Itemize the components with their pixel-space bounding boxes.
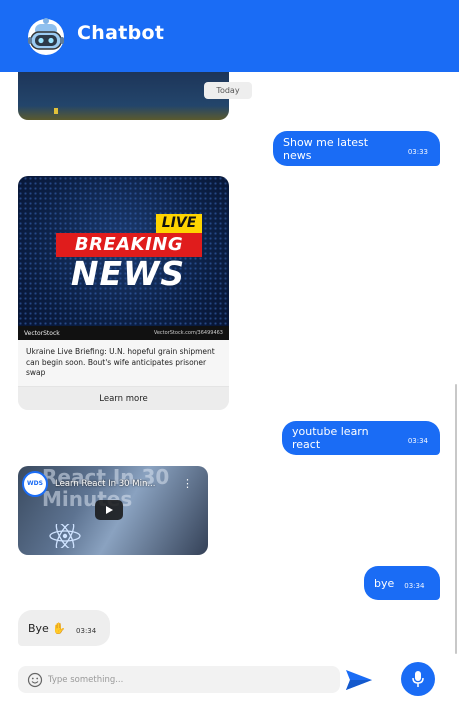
play-icon: [106, 506, 113, 514]
youtube-video-embed[interactable]: React In 30 Minutes WDS Learn React In 3…: [18, 466, 208, 555]
message-composer: [18, 666, 340, 693]
message-time: 03:33: [407, 147, 428, 156]
video-title[interactable]: Learn React In 30 Min...: [55, 479, 173, 489]
more-options-icon[interactable]: ⋮: [182, 477, 193, 490]
microphone-button[interactable]: [401, 662, 435, 696]
channel-avatar[interactable]: WDS: [22, 471, 48, 497]
react-logo-icon: [49, 524, 81, 548]
message-time: 03:34: [404, 582, 425, 590]
news-image[interactable]: LIVE BREAKING NEWS VectorStock VectorSto…: [18, 176, 229, 340]
app-title: Chatbot: [77, 22, 165, 44]
user-message: youtube learn react 03:34: [282, 421, 440, 455]
message-time: 03:34: [76, 627, 97, 635]
send-icon[interactable]: [344, 667, 374, 693]
chat-scrollbar[interactable]: [455, 384, 457, 654]
date-divider: Today: [204, 82, 252, 99]
news-card: LIVE BREAKING NEWS VectorStock VectorSto…: [18, 176, 229, 410]
news-word: NEWS: [70, 254, 186, 293]
message-text: Bye ✋: [28, 621, 67, 635]
bot-message: Bye ✋ 03:34: [18, 610, 110, 646]
image-watermark: VectorStock.com/36499463: [153, 330, 223, 336]
previous-message-image[interactable]: [18, 72, 229, 120]
learn-more-button[interactable]: Learn more: [18, 386, 229, 410]
user-message: bye 03:34: [364, 566, 440, 600]
robot-icon: [28, 18, 64, 55]
message-text: youtube learn react: [292, 425, 369, 451]
play-button[interactable]: [95, 500, 123, 520]
message-time: 03:34: [407, 437, 428, 445]
news-caption: Ukraine Live Briefing: U.N. hopeful grai…: [18, 340, 229, 386]
message-text: Show me latest news: [283, 135, 369, 162]
user-message: Show me latest news 03:33: [273, 131, 440, 166]
image-brand: VectorStock: [24, 329, 60, 337]
image-credit: VectorStock VectorStock.com/36499463: [18, 326, 229, 340]
app-header: Chatbot: [0, 0, 459, 72]
live-tag: LIVE: [156, 214, 202, 233]
smiley-icon[interactable]: [27, 672, 43, 688]
message-input[interactable]: [48, 674, 318, 685]
microphone-icon: [412, 671, 424, 687]
message-text: bye: [374, 576, 395, 590]
